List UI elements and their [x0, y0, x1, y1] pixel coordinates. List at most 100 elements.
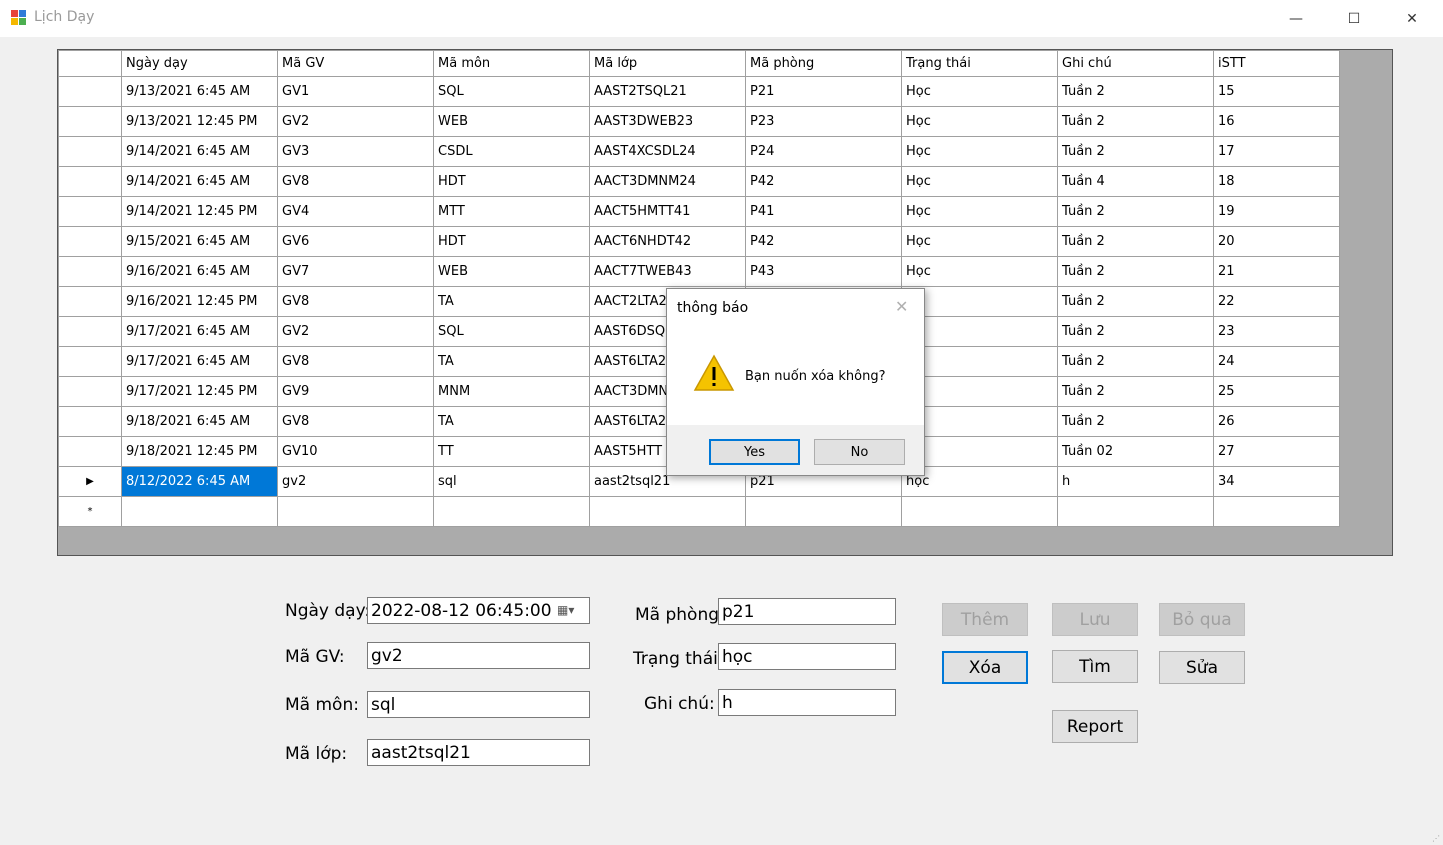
- table-cell[interactable]: AAST2TSQL21: [589, 76, 746, 107]
- ma-mon-input[interactable]: sql: [367, 691, 590, 718]
- row-header[interactable]: [58, 406, 122, 437]
- table-cell[interactable]: AACT7TWEB43: [589, 256, 746, 287]
- table-cell[interactable]: P24: [745, 136, 902, 167]
- row-header[interactable]: [58, 346, 122, 377]
- row-header[interactable]: [58, 286, 122, 317]
- table-cell[interactable]: 9/17/2021 6:45 AM: [121, 316, 278, 347]
- table-cell[interactable]: TA: [433, 286, 590, 317]
- minimize-button[interactable]: —: [1267, 0, 1325, 37]
- table-cell[interactable]: HDT: [433, 166, 590, 197]
- table-cell[interactable]: WEB: [433, 106, 590, 137]
- table-cell[interactable]: [745, 496, 902, 527]
- table-cell[interactable]: Học: [901, 76, 1058, 107]
- table-cell[interactable]: 9/16/2021 6:45 AM: [121, 256, 278, 287]
- table-cell[interactable]: 21: [1213, 256, 1340, 287]
- table-cell[interactable]: GV9: [277, 376, 434, 407]
- table-cell[interactable]: 22: [1213, 286, 1340, 317]
- table-cell[interactable]: GV6: [277, 226, 434, 257]
- table-cell[interactable]: 20: [1213, 226, 1340, 257]
- table-cell[interactable]: Học: [901, 136, 1058, 167]
- close-button[interactable]: ✕: [1383, 0, 1441, 37]
- row-header[interactable]: ▶: [58, 466, 122, 497]
- table-cell[interactable]: AAST3DWEB23: [589, 106, 746, 137]
- table-cell[interactable]: [589, 496, 746, 527]
- table-cell[interactable]: GV2: [277, 316, 434, 347]
- table-cell[interactable]: GV7: [277, 256, 434, 287]
- table-cell[interactable]: 9/14/2021 6:45 AM: [121, 166, 278, 197]
- table-cell[interactable]: Tuần 4: [1057, 166, 1214, 197]
- table-cell[interactable]: 9/17/2021 6:45 AM: [121, 346, 278, 377]
- column-header[interactable]: Mã phòng: [745, 50, 902, 77]
- table-cell[interactable]: 9/15/2021 6:45 AM: [121, 226, 278, 257]
- table-cell[interactable]: Học: [901, 166, 1058, 197]
- table-cell[interactable]: Tuần 2: [1057, 106, 1214, 137]
- table-cell[interactable]: Tuần 2: [1057, 316, 1214, 347]
- row-header[interactable]: [58, 226, 122, 257]
- table-cell[interactable]: P21: [745, 76, 902, 107]
- dialog-close-icon[interactable]: ✕: [895, 297, 908, 316]
- table-cell[interactable]: SQL: [433, 76, 590, 107]
- table-row[interactable]: 9/15/2021 6:45 AM GV6 HDT AACT6NHDT42 P42 Học…: [58, 226, 1340, 257]
- table-row[interactable]: 9/14/2021 12:45 PM GV4 MTT AACT5HMTT41 P41 Họ…: [58, 196, 1340, 227]
- table-cell[interactable]: Học: [901, 196, 1058, 227]
- calendar-dropdown-icon[interactable]: ▦▾: [557, 603, 587, 619]
- no-button[interactable]: No: [814, 439, 905, 465]
- table-row[interactable]: 9/13/2021 6:45 AM GV1 SQL AAST2TSQL21 P21 Học…: [58, 76, 1340, 107]
- table-cell[interactable]: 9/16/2021 12:45 PM: [121, 286, 278, 317]
- table-cell[interactable]: Tuần 2: [1057, 376, 1214, 407]
- table-cell[interactable]: Tuần 2: [1057, 286, 1214, 317]
- table-cell[interactable]: 8/12/2022 6:45 AM: [121, 466, 278, 497]
- table-cell[interactable]: Tuần 2: [1057, 76, 1214, 107]
- table-cell[interactable]: AACT3DMNM24: [589, 166, 746, 197]
- row-header[interactable]: [58, 166, 122, 197]
- table-cell[interactable]: Tuần 2: [1057, 226, 1214, 257]
- column-header[interactable]: Mã môn: [433, 50, 590, 77]
- table-cell[interactable]: GV8: [277, 406, 434, 437]
- table-cell[interactable]: GV10: [277, 436, 434, 467]
- table-cell[interactable]: SQL: [433, 316, 590, 347]
- table-cell[interactable]: 9/18/2021 12:45 PM: [121, 436, 278, 467]
- new-row[interactable]: *: [58, 496, 1340, 527]
- table-cell[interactable]: 23: [1213, 316, 1340, 347]
- table-cell[interactable]: GV4: [277, 196, 434, 227]
- column-header[interactable]: Ngày dạy: [121, 50, 278, 77]
- them-button[interactable]: Thêm: [942, 603, 1028, 636]
- row-header[interactable]: [58, 136, 122, 167]
- resize-grip-icon[interactable]: ⋰: [1432, 834, 1440, 843]
- column-header[interactable]: Trạng thái: [901, 50, 1058, 77]
- table-cell[interactable]: AACT6NHDT42: [589, 226, 746, 257]
- table-cell[interactable]: 17: [1213, 136, 1340, 167]
- table-cell[interactable]: GV2: [277, 106, 434, 137]
- table-cell[interactable]: GV8: [277, 286, 434, 317]
- row-header[interactable]: [58, 256, 122, 287]
- row-header[interactable]: [58, 376, 122, 407]
- column-header[interactable]: Mã GV: [277, 50, 434, 77]
- table-cell[interactable]: Tuần 2: [1057, 196, 1214, 227]
- table-cell[interactable]: GV3: [277, 136, 434, 167]
- luu-button[interactable]: Lưu: [1052, 603, 1138, 636]
- table-cell[interactable]: GV8: [277, 346, 434, 377]
- table-cell[interactable]: GV8: [277, 166, 434, 197]
- row-header[interactable]: [58, 76, 122, 107]
- row-header[interactable]: [58, 196, 122, 227]
- table-cell[interactable]: 15: [1213, 76, 1340, 107]
- ma-gv-input[interactable]: gv2: [367, 642, 590, 669]
- table-cell[interactable]: HDT: [433, 226, 590, 257]
- table-cell[interactable]: 9/13/2021 6:45 AM: [121, 76, 278, 107]
- table-cell[interactable]: TA: [433, 406, 590, 437]
- table-row[interactable]: 9/13/2021 12:45 PM GV2 WEB AAST3DWEB23 P23 Họ…: [58, 106, 1340, 137]
- table-cell[interactable]: AACT5HMTT41: [589, 196, 746, 227]
- table-cell[interactable]: TA: [433, 346, 590, 377]
- table-cell[interactable]: 9/14/2021 6:45 AM: [121, 136, 278, 167]
- table-row[interactable]: 9/16/2021 6:45 AM GV7 WEB AACT7TWEB43 P43 Học…: [58, 256, 1340, 287]
- maximize-button[interactable]: ☐: [1325, 0, 1383, 37]
- table-cell[interactable]: 34: [1213, 466, 1340, 497]
- table-cell[interactable]: 9/18/2021 6:45 AM: [121, 406, 278, 437]
- table-cell[interactable]: 19: [1213, 196, 1340, 227]
- column-header[interactable]: Mã lớp: [589, 50, 746, 77]
- xoa-button[interactable]: Xóa: [942, 651, 1028, 684]
- table-cell[interactable]: P42: [745, 166, 902, 197]
- table-cell[interactable]: 26: [1213, 406, 1340, 437]
- table-cell[interactable]: Tuần 2: [1057, 346, 1214, 377]
- table-cell[interactable]: TT: [433, 436, 590, 467]
